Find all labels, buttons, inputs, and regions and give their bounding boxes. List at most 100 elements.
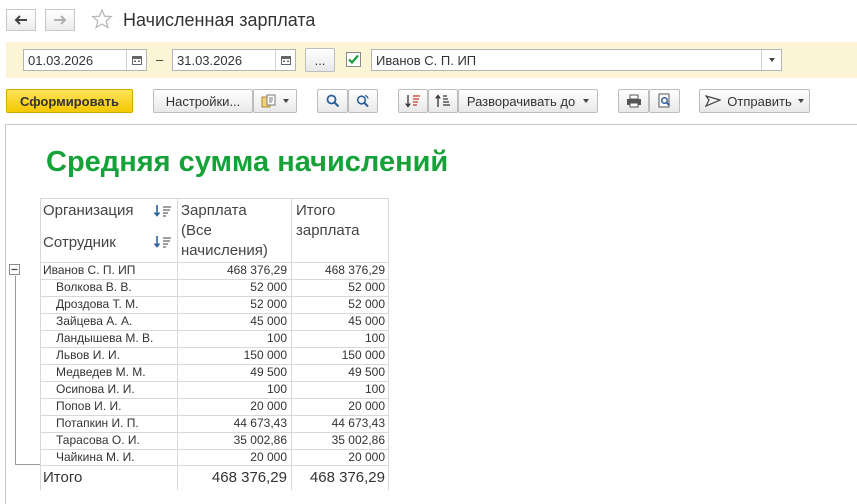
back-button[interactable] [6, 9, 36, 31]
period-dash: – [156, 52, 164, 67]
row-total: 468 376,29 [324, 263, 385, 277]
row-total: 20 000 [348, 450, 385, 464]
calendar-icon [280, 56, 291, 65]
header-total-salary: Итого зарплата [296, 201, 360, 241]
grand-total-label: Итого [43, 469, 83, 486]
organization-value: Иванов С. П. ИП [376, 53, 477, 68]
row-name: Зайцева А. А. [56, 314, 133, 328]
row-separator [40, 279, 389, 280]
sort-organization-button[interactable] [153, 204, 173, 221]
generate-button[interactable]: Сформировать [6, 89, 133, 113]
header-employee: Сотрудник [43, 234, 116, 251]
arrow-left-icon [14, 15, 27, 25]
row-separator [40, 415, 389, 416]
period-select-button[interactable]: ... [305, 48, 335, 72]
star-icon[interactable] [91, 8, 113, 30]
row-salary: 35 002,86 [233, 433, 287, 447]
row-separator [40, 330, 389, 331]
sort-descending-icon [153, 205, 171, 217]
search-button[interactable] [317, 89, 348, 113]
calendar-icon [131, 56, 142, 65]
row-name: Тарасова О. И. [56, 433, 140, 447]
row-salary: 468 376,29 [226, 263, 287, 277]
forward-button[interactable] [45, 9, 75, 31]
row-total: 100 [364, 331, 385, 345]
send-button[interactable]: Отправить [699, 89, 810, 113]
expand-to-button[interactable]: Разворачивать до [458, 89, 598, 113]
sort-descending-icon [405, 95, 420, 108]
row-salary: 20 000 [250, 450, 287, 464]
row-salary: 52 000 [250, 297, 287, 311]
row-separator [40, 296, 389, 297]
row-salary: 100 [266, 382, 287, 396]
row-total: 20 000 [348, 399, 385, 413]
send-label: Отправить [727, 93, 792, 109]
row-salary: 45 000 [250, 314, 287, 328]
settings-button[interactable]: Настройки... [153, 89, 253, 113]
grand-total-total: 468 376,29 [309, 469, 385, 486]
row-salary: 49 500 [250, 365, 287, 379]
group-tree-line [15, 464, 40, 465]
row-separator [40, 398, 389, 399]
collapse-group-button[interactable] [9, 264, 20, 275]
header-salary-line: Зарплата [181, 202, 247, 219]
row-separator [40, 432, 389, 433]
arrow-right-icon [54, 15, 67, 25]
preview-button[interactable] [649, 89, 680, 113]
row-name: Волкова В. В. [56, 280, 132, 294]
sort-employee-button[interactable] [153, 235, 173, 252]
search-next-icon [356, 94, 369, 108]
dropdown-icon [583, 99, 590, 103]
row-total: 35 002,86 [331, 433, 385, 447]
organization-field[interactable]: Иванов С. П. ИП [371, 49, 782, 71]
row-total: 100 [364, 382, 385, 396]
table-border-top [40, 198, 389, 199]
copy-options-icon [261, 94, 276, 108]
row-total: 150 000 [341, 348, 385, 362]
header-salary-line: начисления) [181, 242, 268, 259]
row-total: 52 000 [348, 297, 385, 311]
row-name: Осипова И. И. [56, 382, 135, 396]
dropdown-icon [283, 99, 289, 103]
sort-descending-button[interactable] [398, 89, 428, 113]
date-from-field[interactable]: 01.03.2026 [23, 49, 147, 71]
row-name: Медведев М. М. [56, 365, 146, 379]
header-organization: Организация [43, 202, 134, 219]
search-next-button[interactable] [348, 89, 378, 113]
row-name: Попов И. И. [56, 399, 122, 413]
sort-ascending-button[interactable] [428, 89, 458, 113]
row-salary: 100 [266, 331, 287, 345]
report-title: Средняя сумма начислений [46, 146, 449, 178]
sort-ascending-icon [435, 94, 450, 107]
row-separator [40, 364, 389, 365]
row-name: Дроздова Т. М. [56, 297, 139, 311]
search-icon [326, 94, 339, 108]
date-to-calendar-button[interactable] [275, 50, 295, 70]
row-name: Ландышева М. В. [56, 331, 154, 345]
table-border-right [388, 198, 389, 490]
row-name: Чайкина М. И. [56, 450, 135, 464]
date-from-calendar-button[interactable] [126, 50, 146, 70]
row-total: 44 673,43 [331, 416, 385, 430]
row-total: 49 500 [348, 365, 385, 379]
row-salary: 150 000 [243, 348, 287, 362]
print-button[interactable] [618, 89, 649, 113]
date-to-field[interactable]: 31.03.2026 [172, 49, 296, 71]
row-name: Иванов С. П. ИП [43, 263, 136, 277]
preview-icon [658, 93, 670, 108]
copy-options-button[interactable] [253, 89, 297, 113]
header-total-line: Итого [296, 202, 336, 219]
header-salary: Зарплата (Все начисления) [181, 201, 268, 261]
print-icon [626, 94, 641, 108]
row-name: Потапкин И. П. [56, 416, 139, 430]
header-total-line: зарплата [296, 222, 360, 239]
sort-descending-icon [153, 236, 171, 248]
row-separator [40, 381, 389, 382]
row-separator [40, 313, 389, 314]
organization-dropdown-button[interactable] [761, 50, 781, 70]
organization-checkbox[interactable] [346, 52, 361, 67]
date-to-value: 31.03.2026 [177, 53, 243, 68]
window-title: Начисленная зарплата [123, 10, 316, 30]
row-salary: 44 673,43 [233, 416, 287, 430]
row-separator [40, 347, 389, 348]
